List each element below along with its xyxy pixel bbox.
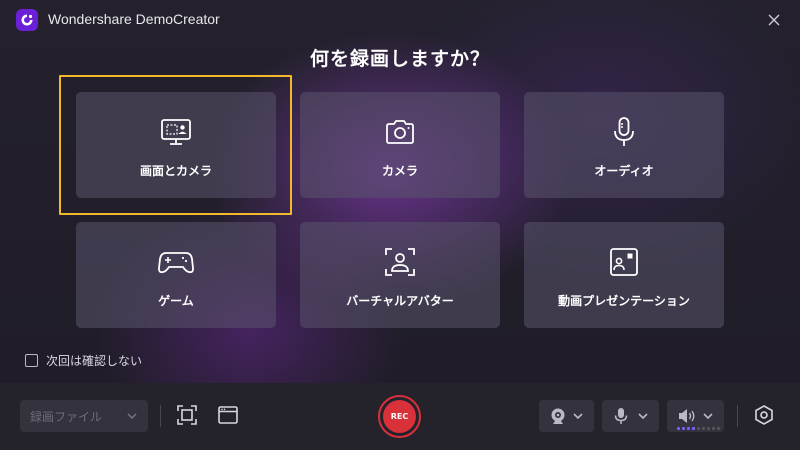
record-button-label: REC bbox=[383, 400, 416, 433]
close-icon bbox=[768, 14, 780, 26]
bottom-toolbar: 録画ファイル REC bbox=[0, 383, 800, 450]
record-button[interactable]: REC bbox=[378, 395, 421, 438]
tile-label: カメラ bbox=[381, 164, 418, 178]
selected-tile-highlight bbox=[59, 75, 292, 215]
microphone-device-button[interactable] bbox=[602, 400, 659, 432]
tile-label: ゲーム bbox=[158, 294, 194, 308]
chevron-down-icon bbox=[703, 413, 713, 420]
webcam-device-button[interactable] bbox=[539, 400, 594, 432]
dont-ask-again-label: 次回は確認しない bbox=[46, 354, 143, 368]
title-bar: Wondershare DemoCreator bbox=[0, 0, 800, 40]
microphone-icon bbox=[614, 117, 634, 146]
tile-camera[interactable]: カメラ bbox=[300, 92, 500, 198]
tile-label: 動画プレゼンテーション bbox=[558, 294, 690, 308]
webcam-icon bbox=[551, 408, 565, 424]
crop-region-icon bbox=[177, 405, 197, 425]
settings-hexagon-icon bbox=[755, 405, 773, 425]
system-audio-device-button[interactable] bbox=[667, 400, 724, 432]
recording-mode-value: 録画ファイル bbox=[30, 410, 103, 424]
window-icon bbox=[218, 406, 238, 424]
democreator-logo-icon bbox=[16, 9, 38, 31]
volume-level-meter bbox=[677, 427, 720, 430]
chevron-down-icon bbox=[573, 413, 583, 420]
recording-mode-select[interactable]: 録画ファイル bbox=[20, 400, 148, 432]
toolbar-divider bbox=[737, 405, 738, 427]
tile-game[interactable]: ゲーム bbox=[76, 222, 276, 328]
microphone-icon bbox=[614, 408, 628, 424]
dont-ask-again-checkbox[interactable] bbox=[25, 354, 38, 367]
dont-ask-again-toggle[interactable]: 次回は確認しない bbox=[25, 352, 142, 369]
tile-label: オーディオ bbox=[594, 164, 654, 178]
democreator-window: Wondershare DemoCreator 何を録画しますか？ 画面とカメラ bbox=[0, 0, 800, 450]
close-button[interactable] bbox=[766, 12, 782, 28]
region-select-button[interactable] bbox=[175, 403, 199, 427]
toolbar-divider bbox=[160, 405, 161, 427]
chevron-down-icon bbox=[127, 413, 137, 420]
page-title: 何を録画しますか？ bbox=[309, 48, 490, 70]
avatar-icon bbox=[385, 248, 415, 276]
camera-icon bbox=[386, 120, 414, 144]
settings-button[interactable] bbox=[752, 403, 776, 427]
gamepad-icon bbox=[158, 252, 194, 274]
presentation-icon bbox=[610, 248, 638, 276]
chevron-down-icon bbox=[638, 413, 648, 420]
tile-video-presentation[interactable]: 動画プレゼンテーション bbox=[524, 222, 724, 328]
window-capture-button[interactable] bbox=[216, 403, 240, 427]
tile-virtual-avatar[interactable]: バーチャルアバター bbox=[300, 222, 500, 328]
tile-audio[interactable]: オーディオ bbox=[524, 92, 724, 198]
speaker-icon bbox=[679, 409, 695, 423]
tile-label: バーチャルアバター bbox=[346, 294, 454, 308]
app-title: Wondershare DemoCreator bbox=[48, 11, 220, 27]
